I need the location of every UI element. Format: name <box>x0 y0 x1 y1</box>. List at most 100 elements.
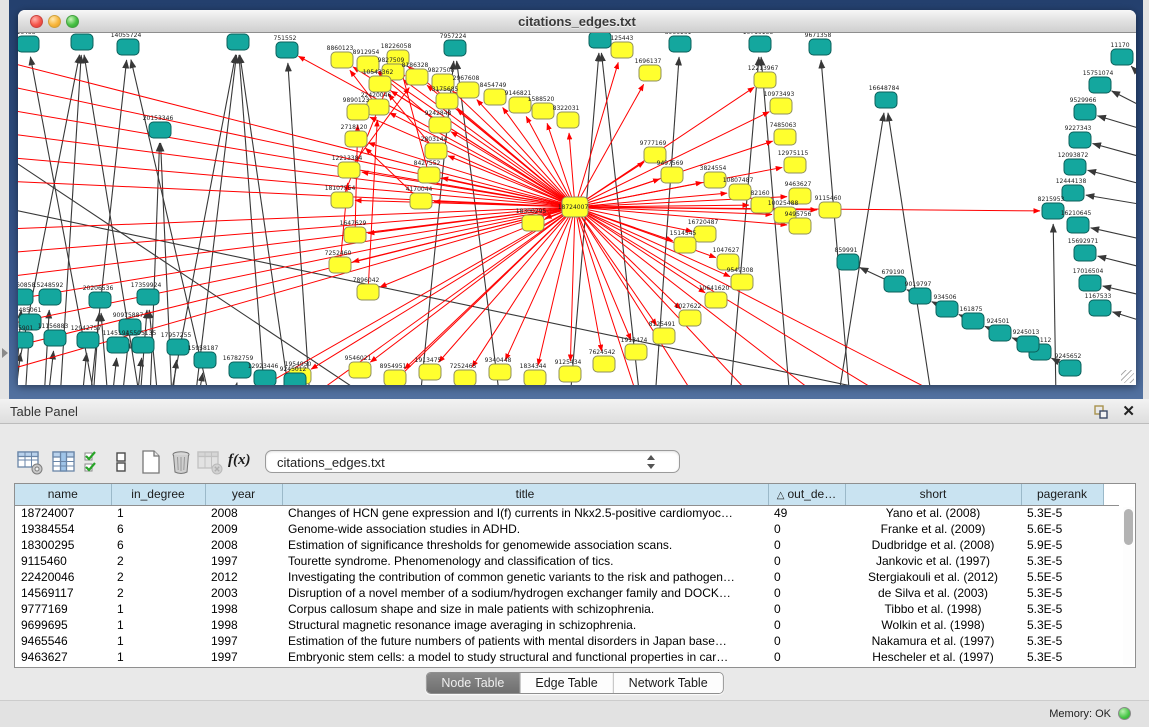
network-node[interactable] <box>784 157 806 173</box>
tab-node-table[interactable]: Node Table <box>426 673 520 693</box>
network-node[interactable] <box>338 162 360 178</box>
network-node[interactable] <box>429 117 451 133</box>
network-node[interactable] <box>731 274 753 290</box>
network-node[interactable] <box>679 310 701 326</box>
network-node[interactable] <box>789 218 811 234</box>
network-node[interactable] <box>71 34 93 50</box>
network-node[interactable] <box>653 328 675 344</box>
tab-network-table[interactable]: Network Table <box>614 673 723 693</box>
network-node[interactable] <box>694 226 716 242</box>
network-node[interactable] <box>89 292 111 308</box>
network-node[interactable] <box>639 65 661 81</box>
network-node[interactable] <box>532 103 554 119</box>
column-header-in_degree[interactable]: in_degree <box>111 484 205 505</box>
network-node[interactable] <box>18 36 39 52</box>
network-node[interactable] <box>137 289 159 305</box>
network-node[interactable] <box>1017 336 1039 352</box>
network-node[interactable] <box>457 82 479 98</box>
network-node[interactable] <box>410 193 432 209</box>
close-panel-icon[interactable]: ✕ <box>1122 402 1135 420</box>
scrollbar-thumb[interactable] <box>1124 509 1133 545</box>
network-node[interactable] <box>436 93 458 109</box>
network-node[interactable] <box>1062 185 1084 201</box>
network-node[interactable] <box>18 332 33 348</box>
network-node[interactable] <box>875 92 897 108</box>
table-row[interactable]: 946554611997Estimation of the future num… <box>15 633 1119 649</box>
network-node[interactable] <box>809 39 831 55</box>
network-node[interactable] <box>484 89 506 105</box>
network-canvas[interactable]: 1872400788601238912954182260589827509818… <box>18 33 1136 385</box>
network-node[interactable] <box>524 370 546 385</box>
network-node[interactable] <box>284 373 306 385</box>
column-header-pagerank[interactable]: pagerank <box>1021 484 1103 505</box>
table-row[interactable]: 1872400712008Changes of HCN gene express… <box>15 505 1119 521</box>
resize-grip-icon[interactable] <box>1121 370 1134 383</box>
network-node[interactable] <box>132 337 154 353</box>
table-row[interactable]: 946362711997Embryonic stem cells: a mode… <box>15 649 1119 665</box>
network-node[interactable] <box>611 42 633 58</box>
network-node[interactable] <box>425 143 447 159</box>
network-node[interactable] <box>589 33 611 48</box>
network-node[interactable] <box>1074 245 1096 261</box>
network-node[interactable] <box>962 313 984 329</box>
column-header-short[interactable]: short <box>845 484 1021 505</box>
network-node[interactable] <box>625 344 647 360</box>
network-node[interactable] <box>44 330 66 346</box>
delete-trash-icon[interactable] <box>167 448 195 476</box>
network-node[interactable] <box>1079 275 1101 291</box>
network-node[interactable] <box>167 339 189 355</box>
network-node[interactable] <box>107 337 129 353</box>
create-column-icon[interactable] <box>137 448 165 476</box>
network-node[interactable] <box>674 237 696 253</box>
network-node[interactable] <box>1064 159 1086 175</box>
table-row[interactable]: 977716911998Corpus callosum shape and si… <box>15 601 1119 617</box>
table-row[interactable]: 2242004622012Investigating the contribut… <box>15 569 1119 585</box>
network-node[interactable] <box>729 184 751 200</box>
float-window-icon[interactable] <box>1093 404 1109 420</box>
network-node[interactable] <box>819 202 841 218</box>
row-height-icon[interactable] <box>113 448 129 476</box>
column-header-title[interactable]: title <box>282 484 768 505</box>
network-node[interactable] <box>331 52 353 68</box>
network-node[interactable] <box>384 370 406 385</box>
network-node[interactable] <box>345 131 367 147</box>
network-node[interactable] <box>774 129 796 145</box>
network-node[interactable] <box>909 288 931 304</box>
network-node[interactable] <box>367 99 389 115</box>
network-node[interactable] <box>18 289 33 305</box>
network-node[interactable] <box>884 276 906 292</box>
network-node[interactable] <box>557 112 579 128</box>
network-node[interactable] <box>661 167 683 183</box>
column-header-year[interactable]: year <box>205 484 282 505</box>
panel-collapse-arrow-icon[interactable] <box>2 348 8 358</box>
network-node[interactable] <box>349 362 371 378</box>
network-node[interactable] <box>749 36 771 52</box>
select-columns-icon[interactable] <box>82 448 104 476</box>
network-window[interactable]: citations_edges.txt 18724007886012389129… <box>18 10 1136 385</box>
network-node[interactable] <box>770 98 792 114</box>
network-node[interactable] <box>418 167 440 183</box>
network-node[interactable] <box>1074 104 1096 120</box>
show-column-icon[interactable] <box>50 448 78 476</box>
network-node[interactable] <box>406 69 428 85</box>
network-node[interactable] <box>1111 49 1133 65</box>
network-node[interactable] <box>194 352 216 368</box>
network-node[interactable] <box>1069 132 1091 148</box>
network-node[interactable] <box>276 42 298 58</box>
network-window-titlebar[interactable]: citations_edges.txt <box>18 10 1136 33</box>
network-node[interactable] <box>369 76 391 92</box>
network-node[interactable] <box>77 332 99 348</box>
network-node[interactable] <box>419 364 441 380</box>
network-node[interactable] <box>1089 77 1111 93</box>
network-node[interactable] <box>1089 300 1111 316</box>
network-node[interactable] <box>117 39 139 55</box>
network-node[interactable] <box>344 227 366 243</box>
network-node[interactable] <box>254 370 276 385</box>
vertical-scrollbar[interactable] <box>1123 507 1134 665</box>
network-node[interactable] <box>357 284 379 300</box>
network-node[interactable] <box>489 364 511 380</box>
network-node[interactable] <box>936 301 958 317</box>
table-row[interactable]: 1830029562008Estimation of significance … <box>15 537 1119 553</box>
network-node[interactable] <box>444 40 466 56</box>
network-node[interactable] <box>989 325 1011 341</box>
